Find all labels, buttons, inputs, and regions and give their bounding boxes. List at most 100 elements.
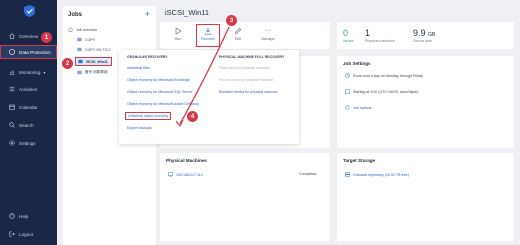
- tree-item-job[interactable]: 备份 到新群组: [77, 70, 108, 75]
- download-icon: [204, 27, 212, 35]
- menu-item-exchange-recovery[interactable]: Object recovery for Microsoft Exchange: [127, 78, 190, 82]
- run-label: Run: [174, 37, 182, 41]
- source-size-label: Source size: [413, 39, 432, 43]
- storage-icon: [345, 172, 350, 177]
- physical-machines-label: Physical machines: [365, 39, 395, 43]
- callout-badge-4: 4: [187, 111, 198, 122]
- add-job-button[interactable]: +: [145, 9, 150, 19]
- job-summary-stats: 0 Issues 1 Physical machines 9.9 GB Sour…: [337, 22, 514, 49]
- target-storage-card: Target Storage Onboard repository (10.92…: [337, 153, 514, 241]
- list-icon: [8, 86, 15, 93]
- schedule-row: Runs once a day on Monday through Friday: [345, 73, 423, 78]
- sidebar-item-label: Overview: [19, 33, 39, 39]
- menu-item-sql-recovery[interactable]: Object recovery for Microsoft SQL Server: [127, 90, 193, 94]
- issues-label: Issues: [343, 39, 354, 43]
- job-options-row[interactable]: Job options: [345, 105, 371, 110]
- menu-item-universal-object-recovery[interactable]: Universal object recovery: [124, 112, 172, 120]
- job-icon: [78, 59, 83, 64]
- callout-badge-1: 1: [41, 32, 52, 43]
- start-time-row: Starting at 3:00 (UTC+08:00, Asia/Taipei…: [345, 89, 418, 94]
- manage-button[interactable]: ··· Manage: [257, 25, 279, 46]
- issues-count: 0: [343, 28, 349, 38]
- job-icon: [77, 70, 82, 75]
- tree-item-label: COPY: [85, 37, 96, 42]
- edit-label: Edit: [234, 37, 242, 41]
- full-recovery-heading: PHYSICAL MACHINE FULL RECOVERY: [219, 55, 285, 59]
- source-size-unit: GB: [428, 32, 436, 38]
- sidebar-item-label: Activities: [19, 86, 38, 92]
- tree-item-job-overview[interactable]: Job overview: [68, 27, 97, 32]
- sidebar-item-search[interactable]: Search: [0, 118, 57, 132]
- repository-name: Onboard repository (10.92 TB free): [353, 172, 409, 177]
- menu-item-flash-boot[interactable]: Flash boot for physical machine: [219, 66, 270, 70]
- callout-badge-2: 2: [62, 58, 73, 69]
- edit-button[interactable]: Edit: [227, 25, 249, 46]
- tree-item-label: 备份 到新群组: [85, 70, 108, 74]
- sidebar-item-label: Monitoring: [19, 69, 41, 75]
- clock-icon: [345, 73, 350, 78]
- jobs-heading: Jobs: [68, 12, 83, 18]
- sidebar-item-monitoring[interactable]: Monitoring ▾: [0, 65, 57, 79]
- source-size-number: 9.9: [413, 28, 426, 38]
- granular-recovery-heading: GRANULAR RECOVERY: [127, 55, 168, 59]
- menu-item-ad-recovery[interactable]: Object recovery for Microsoft Active Dir…: [127, 102, 199, 106]
- home-icon: [68, 27, 73, 32]
- issues-stat: 0 Issues: [343, 28, 353, 43]
- menu-item-individual-files[interactable]: Individual files: [127, 66, 150, 70]
- sidebar-item-help[interactable]: Help: [0, 209, 57, 223]
- home-icon: [8, 33, 15, 40]
- help-icon: [8, 213, 15, 220]
- gear-icon: [8, 140, 15, 147]
- play-icon: [175, 27, 182, 35]
- sidebar-item-settings[interactable]: Settings: [0, 136, 57, 150]
- menu-item-bootable-media[interactable]: Bootable media for physical machine: [219, 90, 278, 94]
- tree-item-label: COPY VM TO C: [85, 47, 111, 52]
- logo-icon: [24, 5, 35, 17]
- physical-machines-stat: 1 Physical machines: [365, 28, 395, 43]
- job-icon: [77, 47, 82, 52]
- gear-icon: [345, 105, 350, 110]
- sidebar-item-data-protection[interactable]: Data Protection: [0, 45, 57, 59]
- source-size-stat: 9.9 GB Source size: [413, 28, 435, 43]
- job-settings-card: Job Settings Runs once a day on Monday t…: [337, 56, 514, 148]
- shield-icon: [8, 49, 15, 56]
- physical-machines-card: Physical Machines 192.168.217.112 Comple…: [160, 153, 330, 241]
- tree-item-job[interactable]: COPY VM TO C: [77, 47, 111, 52]
- search-icon: [8, 122, 15, 129]
- sidebar-item-label: Search: [19, 122, 34, 128]
- tree-item-job[interactable]: COPY: [77, 37, 95, 42]
- edit-icon: [235, 27, 242, 34]
- sidebar-item-label: Settings: [19, 140, 36, 146]
- run-button[interactable]: Run: [167, 25, 189, 46]
- sidebar-item-logout[interactable]: Logout: [0, 227, 57, 241]
- physical-machines-count: 1: [365, 28, 371, 38]
- menu-item-export-backups[interactable]: Export backups: [127, 126, 152, 130]
- schedule-text: Runs once a day on Monday through Friday: [353, 73, 423, 78]
- job-settings-title: Job Settings: [343, 61, 371, 66]
- sidebar-item-label: Data Protection: [19, 49, 51, 55]
- repository-row[interactable]: Onboard repository (10.92 TB free): [345, 172, 409, 177]
- tree-item-label: Job overview: [76, 27, 97, 32]
- chevron-down-icon[interactable]: ▾: [43, 70, 45, 75]
- calendar-icon: [8, 104, 15, 111]
- start-time-text: Starting at 3:00 (UTC+08:00, Asia/Taipei…: [353, 89, 419, 94]
- recover-dropdown-menu: GRANULAR RECOVERY PHYSICAL MACHINE FULL …: [119, 50, 299, 144]
- sidebar-item-calendar[interactable]: Calendar: [0, 100, 57, 114]
- computer-icon: [168, 172, 173, 177]
- job-options-link[interactable]: Job options: [353, 106, 371, 110]
- machine-name: 192.168.217.112: [176, 172, 203, 177]
- toolbar: Run Recover Edit ··· Manage: [160, 22, 330, 49]
- more-icon: ···: [264, 27, 272, 34]
- sidebar-item-label: Calendar: [19, 104, 38, 110]
- job-icon: [77, 37, 82, 42]
- menu-item-full-recovery[interactable]: Full recovery for physical machine: [219, 78, 273, 82]
- recover-button[interactable]: Recover: [196, 24, 220, 47]
- chart-icon: [8, 69, 15, 76]
- manage-label: Manage: [261, 37, 275, 41]
- calendar-icon: [345, 89, 350, 94]
- logout-icon: [8, 231, 15, 238]
- machine-row[interactable]: 192.168.217.112: [168, 172, 203, 177]
- sidebar-item-activities[interactable]: Activities: [0, 82, 57, 96]
- tree-item-job-selected[interactable]: iSCSI_Win11: [75, 57, 112, 66]
- tree-item-label: iSCSI_Win11: [86, 59, 108, 64]
